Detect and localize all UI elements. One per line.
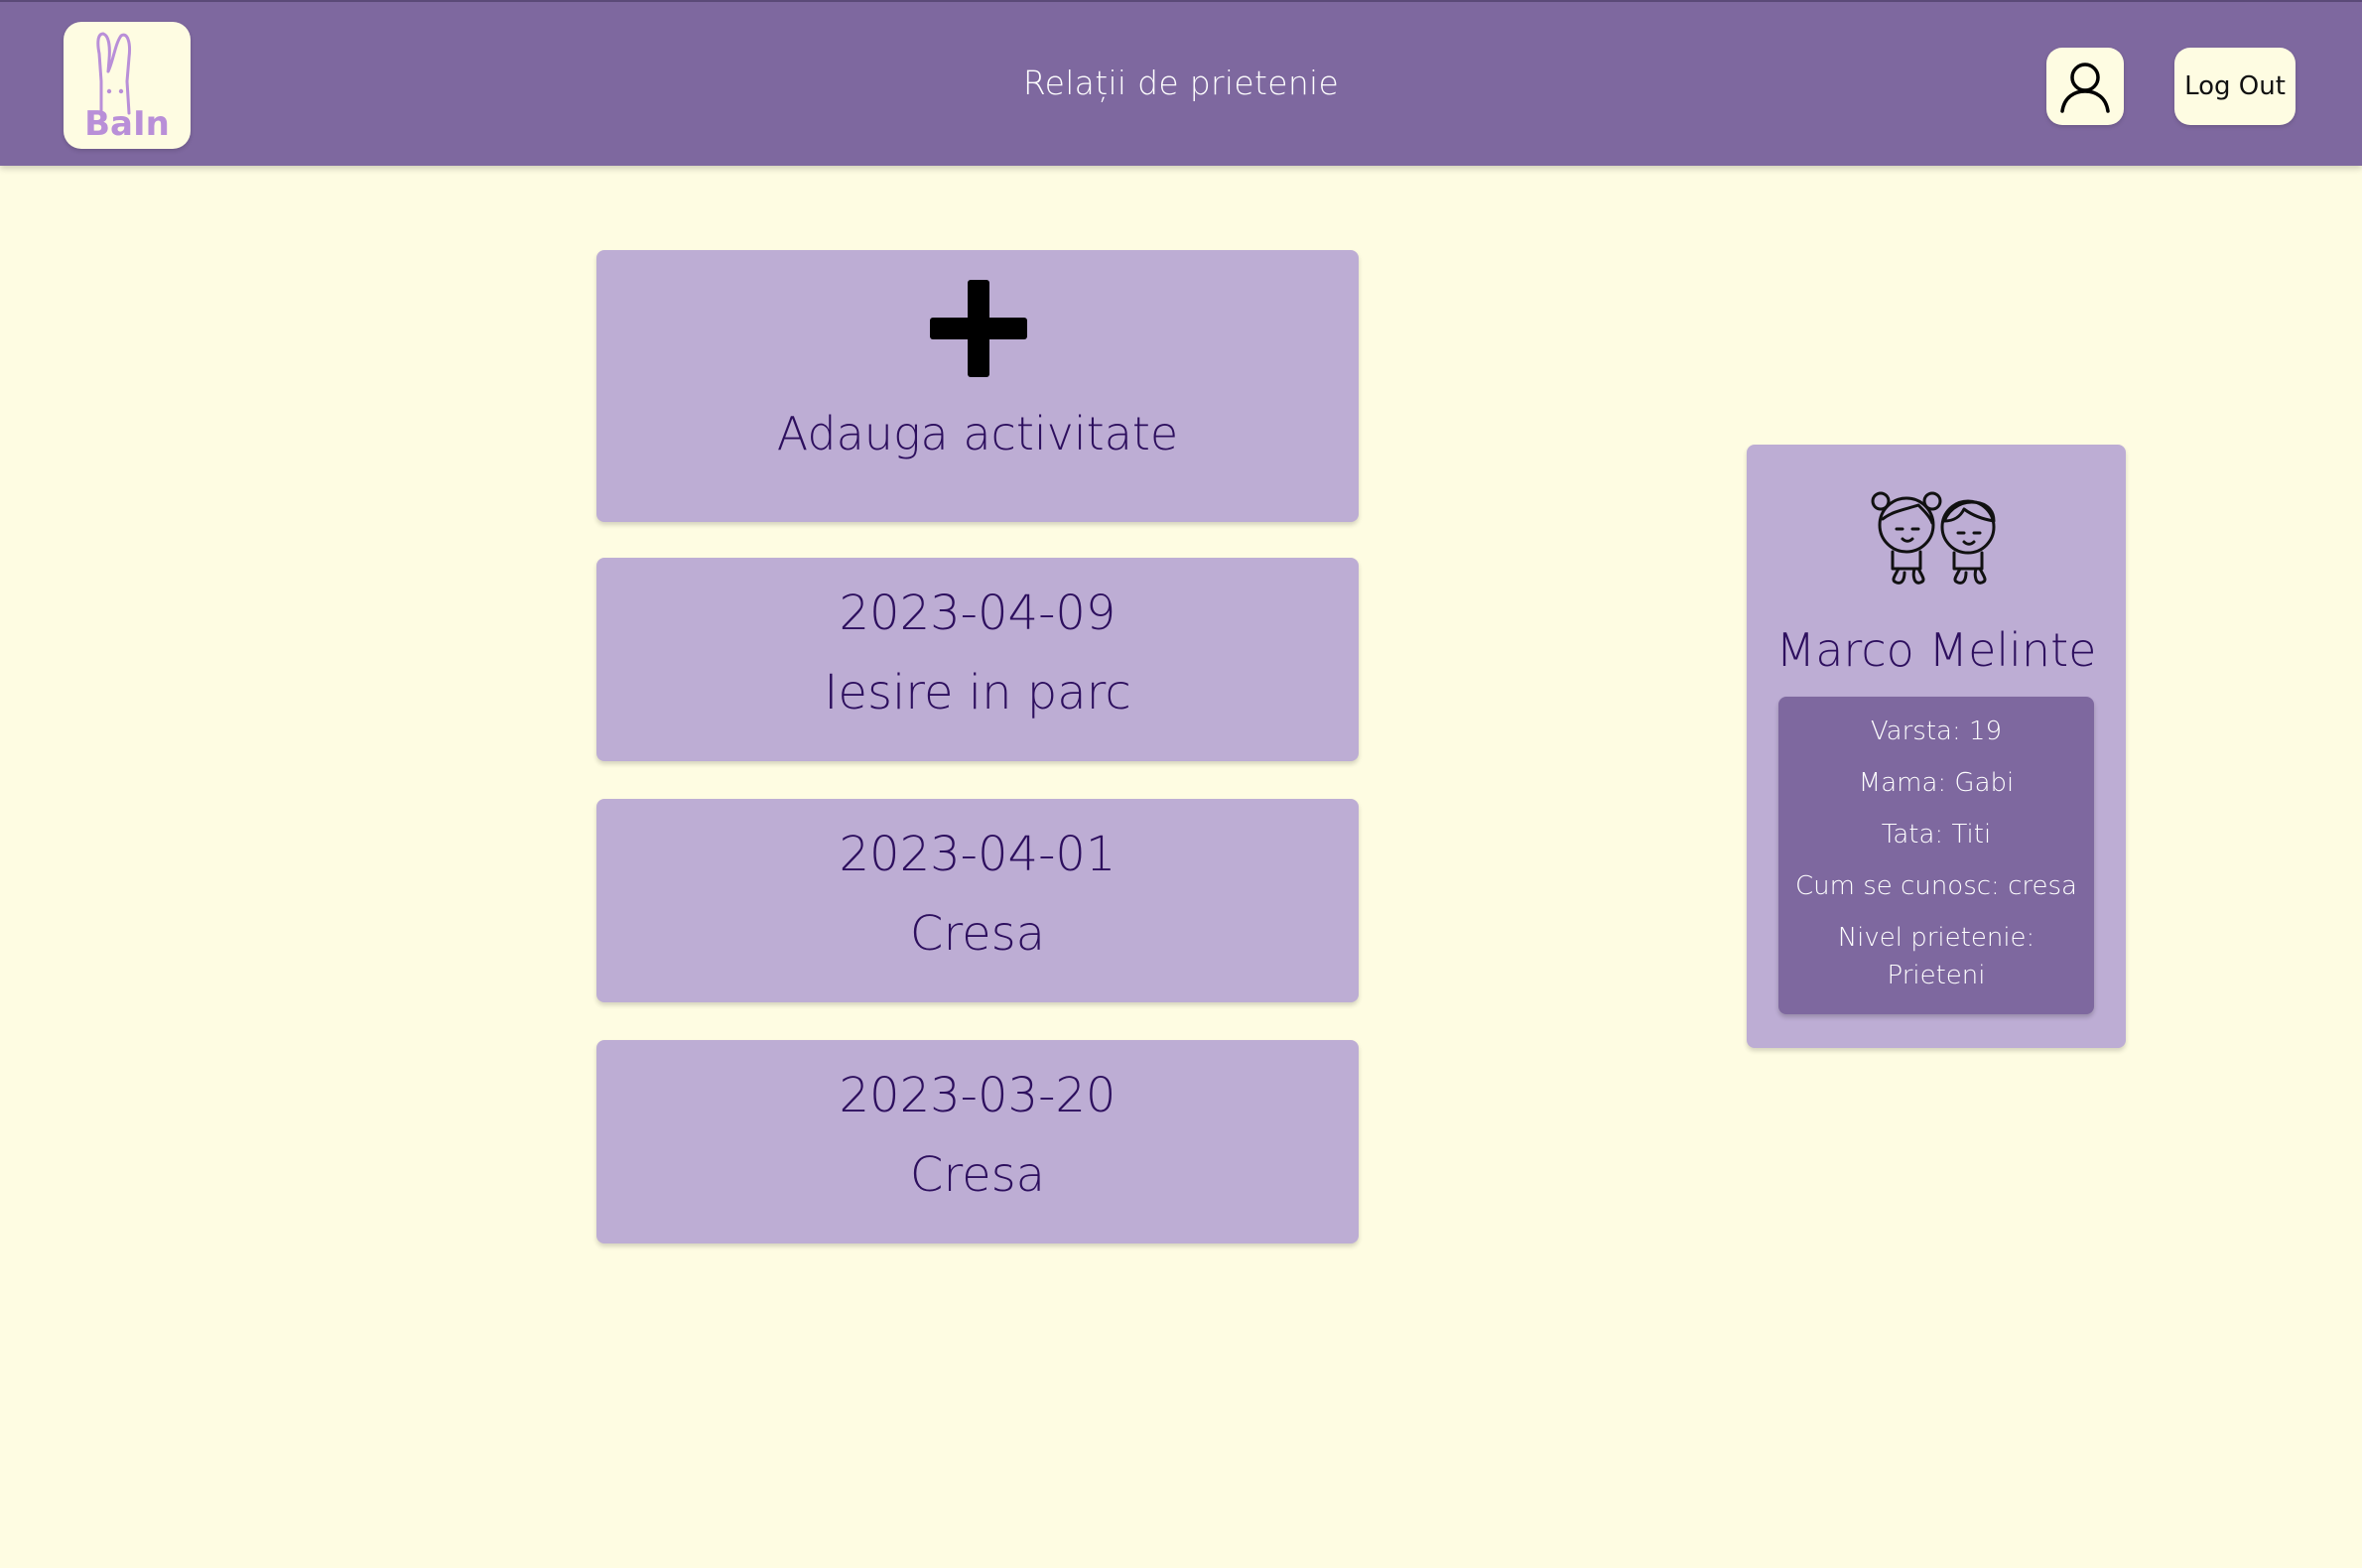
activity-card[interactable]: 2023-04-01 Cresa <box>596 799 1359 1002</box>
top-bar: BaIn Relații de prietenie Log Out <box>0 0 2362 166</box>
logout-button[interactable]: Log Out <box>2174 48 2296 125</box>
plus-icon <box>930 280 1027 377</box>
activity-name: Cresa <box>909 1147 1046 1203</box>
children-icon <box>1871 491 1996 585</box>
activity-date: 2023-04-01 <box>839 827 1116 882</box>
activity-date: 2023-04-09 <box>839 586 1116 641</box>
friend-how-met: Cum se cunosc: cresa <box>1795 871 2077 901</box>
friend-name: Marco Melinte <box>1775 623 2097 677</box>
friend-father: Tata: Titi <box>1881 820 1992 849</box>
user-icon <box>2060 63 2110 113</box>
add-activity-label: Adauga activitate <box>776 407 1179 460</box>
friend-age: Varsta: 19 <box>1870 717 2003 746</box>
activity-name: Iesire in parc <box>824 665 1131 720</box>
friendship-level-value: Prieteni <box>1887 961 1986 990</box>
add-activity-button[interactable]: Adauga activitate <box>596 250 1359 522</box>
activity-card[interactable]: 2023-03-20 Cresa <box>596 1040 1359 1243</box>
friendship-level-label: Nivel prietenie: <box>1837 923 2035 953</box>
activity-name: Cresa <box>909 906 1046 962</box>
friend-mother: Mama: Gabi <box>1858 768 2015 798</box>
friend-profile-card: Marco Melinte Varsta: 19 Mama: Gabi Tata… <box>1747 445 2126 1048</box>
profile-button[interactable] <box>2046 48 2124 125</box>
activity-card[interactable]: 2023-04-09 Iesire in parc <box>596 558 1359 761</box>
page-title: Relații de prietenie <box>1022 64 1340 102</box>
activity-date: 2023-03-20 <box>839 1068 1116 1123</box>
friend-details: Varsta: 19 Mama: Gabi Tata: Titi Cum se … <box>1778 697 2094 1014</box>
logo-text: BaIn <box>84 104 170 144</box>
